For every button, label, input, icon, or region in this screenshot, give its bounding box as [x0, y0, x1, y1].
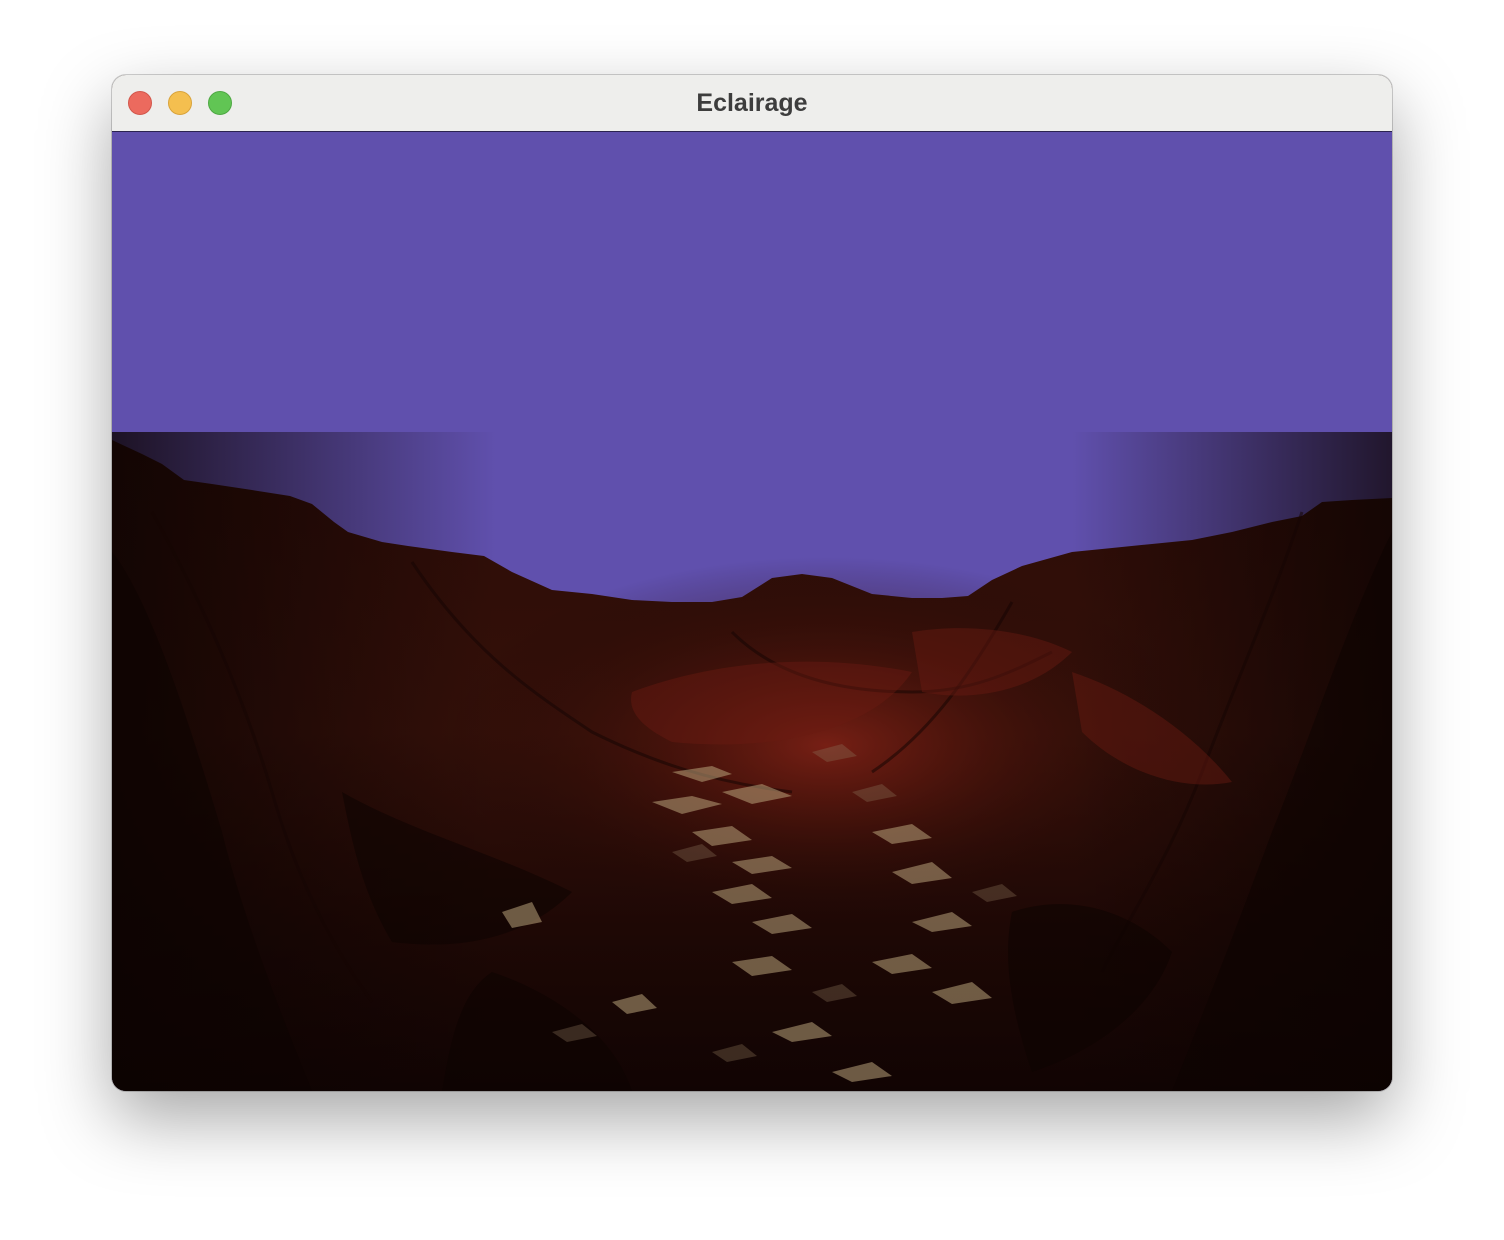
terrain-scene [112, 132, 1392, 1091]
window-title: Eclairage [696, 89, 808, 117]
app-window: Eclairage [112, 75, 1392, 1091]
opengl-viewport[interactable] [112, 132, 1392, 1091]
title-bar[interactable]: Eclairage [112, 75, 1392, 132]
